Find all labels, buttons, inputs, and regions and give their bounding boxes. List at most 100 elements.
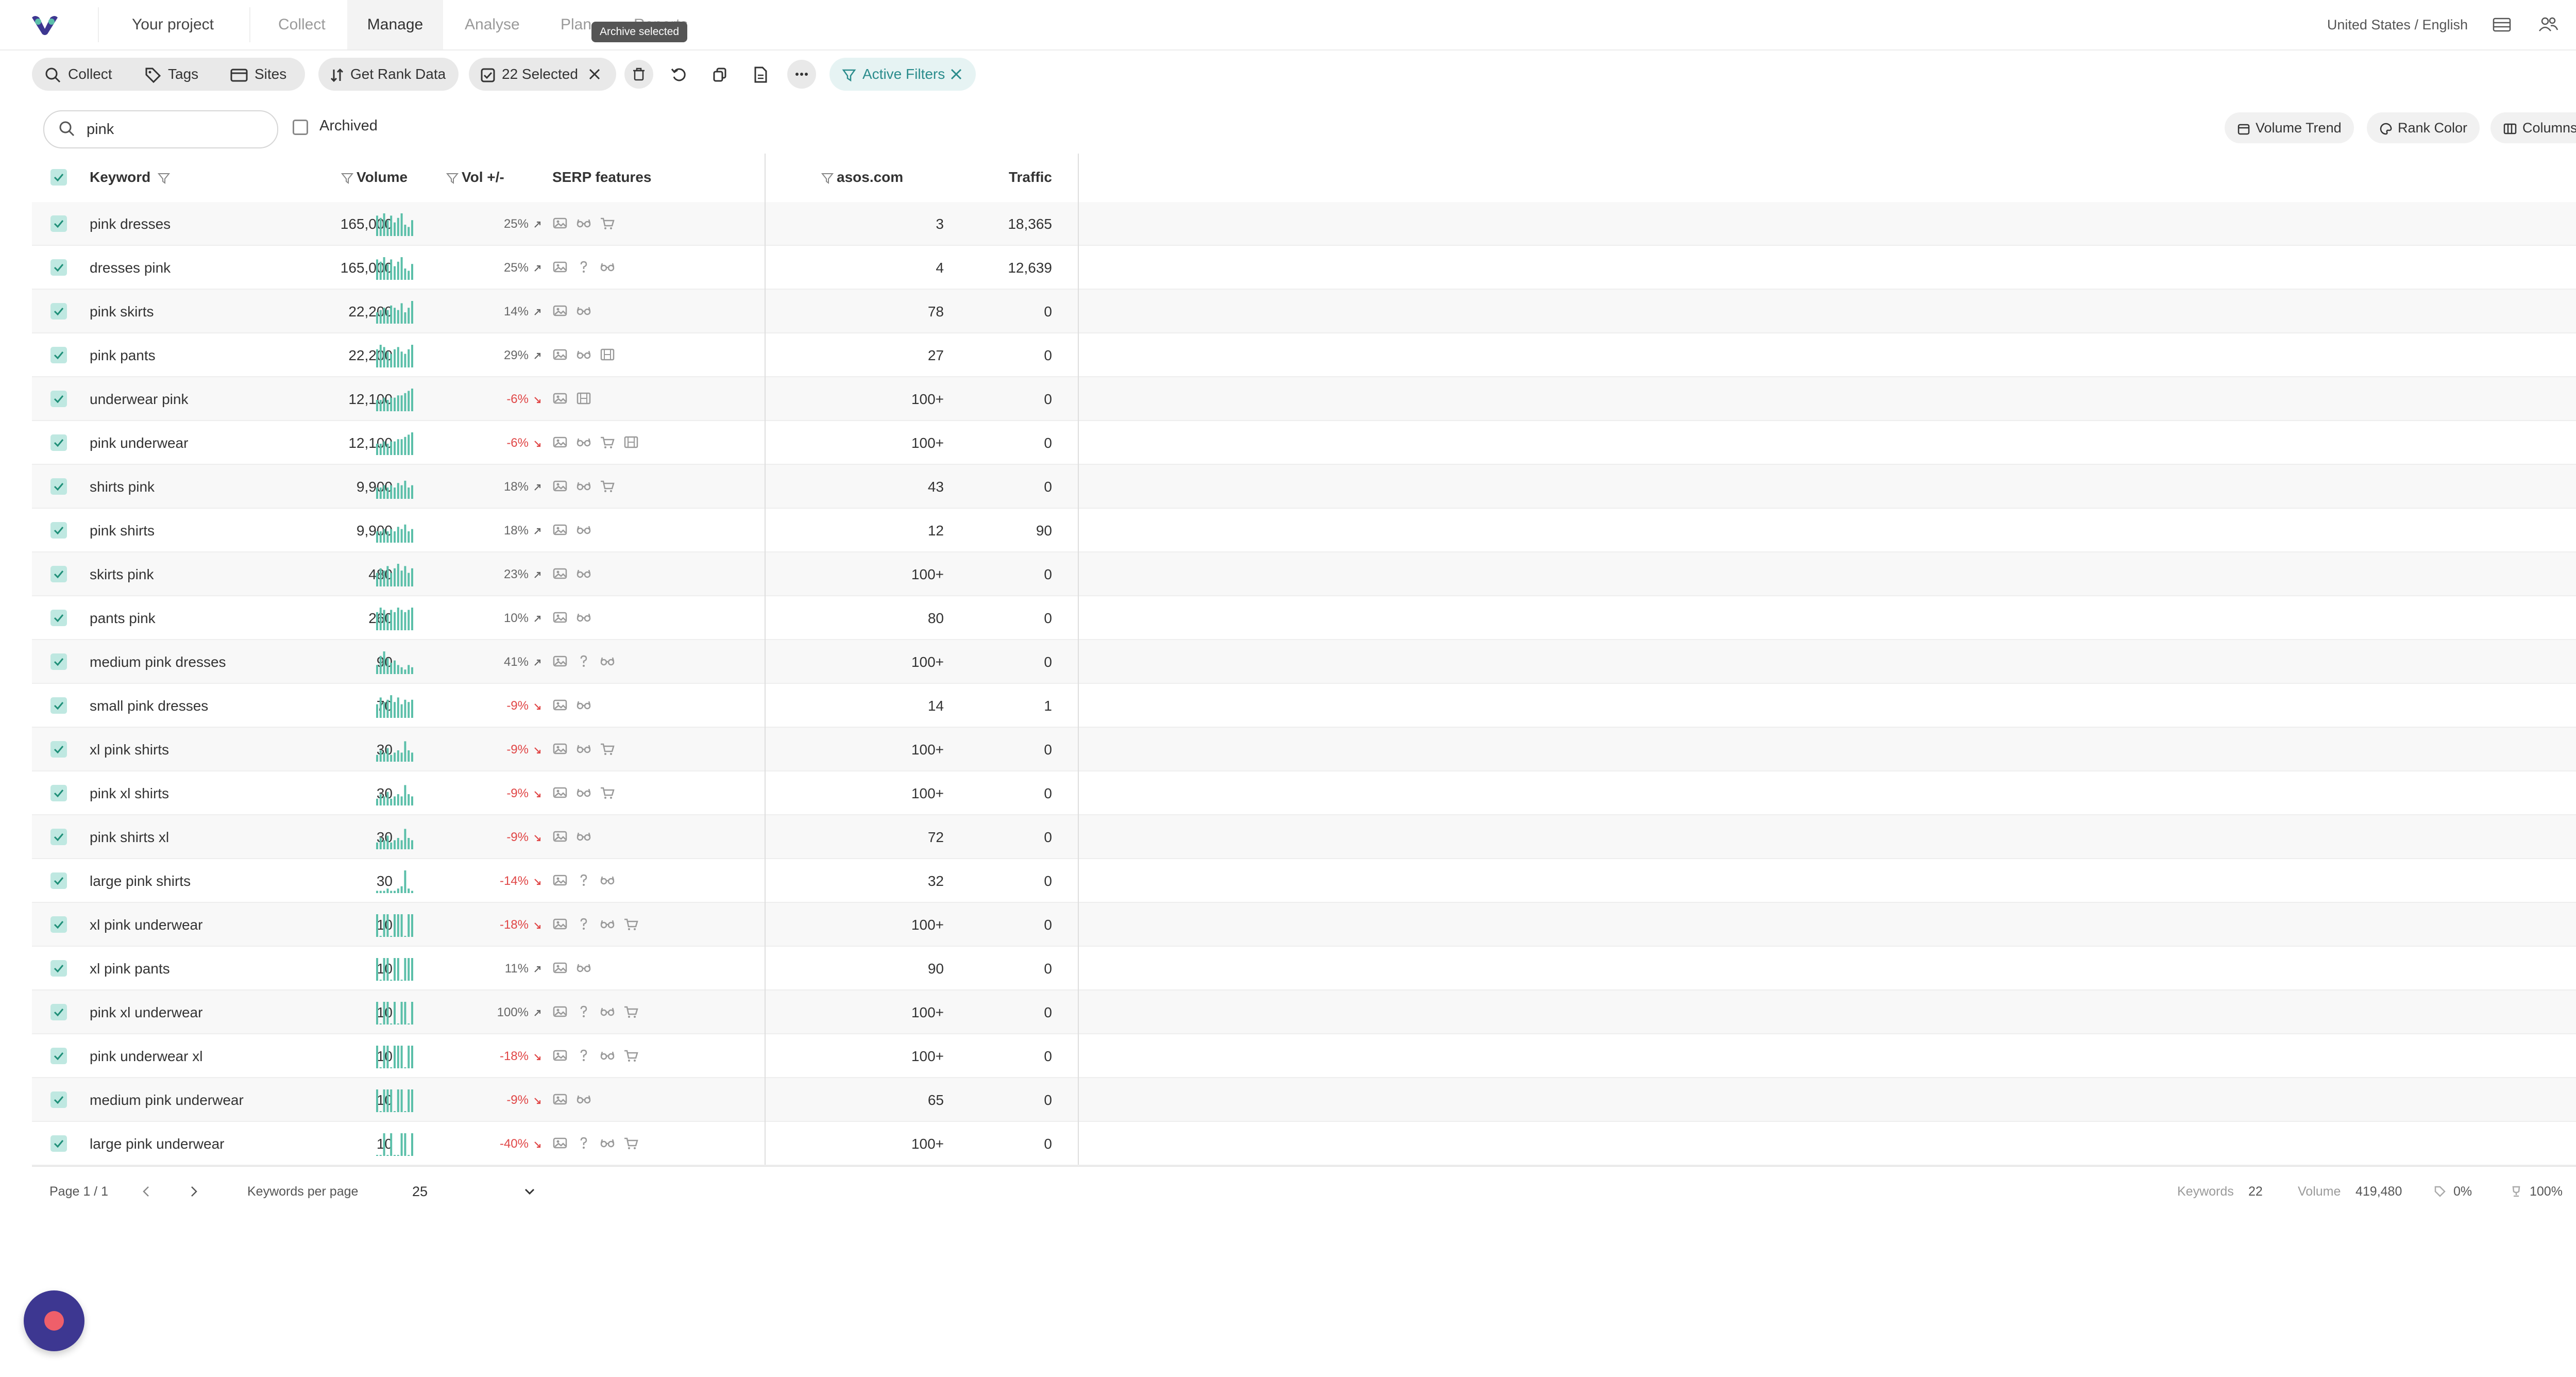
image-icon[interactable] bbox=[552, 347, 568, 362]
row-checkbox[interactable] bbox=[50, 522, 67, 539]
filter-icon[interactable] bbox=[157, 172, 171, 184]
glasses-icon[interactable] bbox=[576, 478, 591, 494]
question-icon[interactable] bbox=[576, 259, 591, 275]
per-page-select[interactable]: 25 bbox=[399, 1177, 548, 1206]
keyword-cell[interactable]: small pink dresses bbox=[90, 684, 208, 728]
logo-icon[interactable] bbox=[30, 13, 60, 36]
keyword-cell[interactable]: large pink shirts bbox=[90, 859, 191, 903]
row-checkbox[interactable] bbox=[50, 215, 67, 232]
glasses-icon[interactable] bbox=[576, 960, 591, 976]
more-button[interactable] bbox=[787, 60, 816, 89]
row-checkbox[interactable] bbox=[50, 391, 67, 407]
keyword-cell[interactable]: pink xl shirts bbox=[90, 771, 169, 815]
sites-button[interactable]: Sites bbox=[230, 58, 286, 91]
keyword-cell[interactable]: pink shirts bbox=[90, 509, 155, 552]
question-icon[interactable] bbox=[576, 872, 591, 888]
row-checkbox[interactable] bbox=[50, 478, 67, 495]
image-icon[interactable] bbox=[552, 1091, 568, 1107]
keyword-cell[interactable]: pink dresses bbox=[90, 202, 171, 246]
volume-trend-button[interactable]: Volume Trend bbox=[2225, 112, 2354, 143]
cart-icon[interactable] bbox=[600, 434, 615, 450]
image-icon[interactable] bbox=[552, 960, 568, 976]
keyword-cell[interactable]: xl pink pants bbox=[90, 947, 170, 990]
image-icon[interactable] bbox=[552, 566, 568, 581]
selection-indicator[interactable]: 22 Selected bbox=[480, 58, 578, 91]
image-icon[interactable] bbox=[552, 303, 568, 318]
table-row[interactable]: small pink dresses70-9%141 bbox=[32, 684, 2576, 728]
glasses-icon[interactable] bbox=[576, 829, 591, 844]
cart-icon[interactable] bbox=[600, 478, 615, 494]
col-volume[interactable]: Volume bbox=[341, 169, 408, 186]
film-icon[interactable] bbox=[623, 434, 639, 450]
film-icon[interactable] bbox=[576, 391, 591, 406]
select-all-checkbox[interactable] bbox=[50, 169, 67, 186]
table-row[interactable]: pink xl underwear10100%100+0 bbox=[32, 990, 2576, 1034]
table-row[interactable]: pink shirts 9,900 18% 12 90 bbox=[32, 509, 2576, 552]
copy-button[interactable] bbox=[705, 60, 736, 89]
layout-icon[interactable] bbox=[2490, 13, 2513, 36]
keyword-cell[interactable]: pink pants bbox=[90, 333, 156, 377]
image-icon[interactable] bbox=[552, 522, 568, 538]
table-row[interactable]: pink underwear xl10-18%100+0 bbox=[32, 1034, 2576, 1078]
table-row[interactable]: large pink shirts 30 -14% 32 0 bbox=[32, 859, 2576, 903]
row-checkbox[interactable] bbox=[50, 872, 67, 889]
image-icon[interactable] bbox=[552, 391, 568, 406]
question-icon[interactable] bbox=[576, 653, 591, 669]
archive-button[interactable] bbox=[624, 60, 653, 89]
image-icon[interactable] bbox=[552, 785, 568, 800]
question-icon[interactable] bbox=[576, 1004, 591, 1019]
row-checkbox[interactable] bbox=[50, 1048, 67, 1064]
table-row[interactable]: medium pink dresses9041%100+0 bbox=[32, 640, 2576, 684]
image-icon[interactable] bbox=[552, 215, 568, 231]
tags-button[interactable]: Tags bbox=[144, 58, 198, 91]
collect-button[interactable]: Collect bbox=[44, 58, 112, 91]
search-input[interactable] bbox=[86, 119, 268, 140]
keyword-cell[interactable]: xl pink shirts bbox=[90, 728, 169, 771]
glasses-icon[interactable] bbox=[600, 1004, 615, 1019]
cart-icon[interactable] bbox=[600, 785, 615, 800]
tab-analyse[interactable]: Analyse bbox=[465, 0, 520, 49]
get-rank-data-button[interactable]: Get Rank Data bbox=[330, 58, 446, 91]
keyword-cell[interactable]: large pink underwear bbox=[90, 1122, 225, 1166]
glasses-icon[interactable] bbox=[576, 303, 591, 318]
image-icon[interactable] bbox=[552, 916, 568, 932]
cart-icon[interactable] bbox=[600, 741, 615, 757]
image-icon[interactable] bbox=[552, 829, 568, 844]
prev-page-icon[interactable] bbox=[139, 1184, 154, 1199]
row-checkbox[interactable] bbox=[50, 785, 67, 801]
keyword-cell[interactable]: dresses pink bbox=[90, 246, 171, 290]
glasses-icon[interactable] bbox=[600, 259, 615, 275]
image-icon[interactable] bbox=[552, 653, 568, 669]
columns-button[interactable]: Columns bbox=[2490, 112, 2576, 143]
row-checkbox[interactable] bbox=[50, 566, 67, 582]
image-icon[interactable] bbox=[552, 478, 568, 494]
record-button[interactable] bbox=[24, 1290, 84, 1351]
table-row[interactable]: medium pink underwear10-9%650 bbox=[32, 1078, 2576, 1122]
table-row[interactable]: pink xl shirts 30 -9% 100+ 0 bbox=[32, 771, 2576, 815]
image-icon[interactable] bbox=[552, 434, 568, 450]
clear-filters-icon[interactable] bbox=[949, 67, 963, 81]
nav-project[interactable]: Your project bbox=[132, 0, 214, 49]
restore-button[interactable] bbox=[664, 60, 694, 89]
glasses-icon[interactable] bbox=[576, 215, 591, 231]
keyword-cell[interactable]: pink skirts bbox=[90, 290, 154, 333]
table-row[interactable]: pink shirts xl 30 -9% 72 0 bbox=[32, 815, 2576, 859]
table-row[interactable]: pants pink26010%800 bbox=[32, 596, 2576, 640]
row-checkbox[interactable] bbox=[50, 960, 67, 977]
keyword-cell[interactable]: shirts pink bbox=[90, 465, 155, 509]
row-checkbox[interactable] bbox=[50, 916, 67, 933]
filter-icon[interactable] bbox=[341, 172, 354, 184]
keyword-cell[interactable]: skirts pink bbox=[90, 552, 154, 596]
image-icon[interactable] bbox=[552, 1135, 568, 1151]
table-row[interactable]: pink dresses 165,000 25% 3 18,365 bbox=[32, 202, 2576, 246]
image-icon[interactable] bbox=[552, 610, 568, 625]
row-checkbox[interactable] bbox=[50, 1135, 67, 1152]
cart-icon[interactable] bbox=[600, 215, 615, 231]
row-checkbox[interactable] bbox=[50, 610, 67, 626]
table-row[interactable]: pink skirts 22,200 14% 78 0 bbox=[32, 290, 2576, 333]
glasses-icon[interactable] bbox=[576, 566, 591, 581]
cart-icon[interactable] bbox=[623, 1135, 639, 1151]
filter-icon[interactable] bbox=[446, 172, 459, 184]
table-row[interactable]: xl pink underwear10-18%100+0 bbox=[32, 903, 2576, 947]
next-page-icon[interactable] bbox=[187, 1184, 201, 1199]
